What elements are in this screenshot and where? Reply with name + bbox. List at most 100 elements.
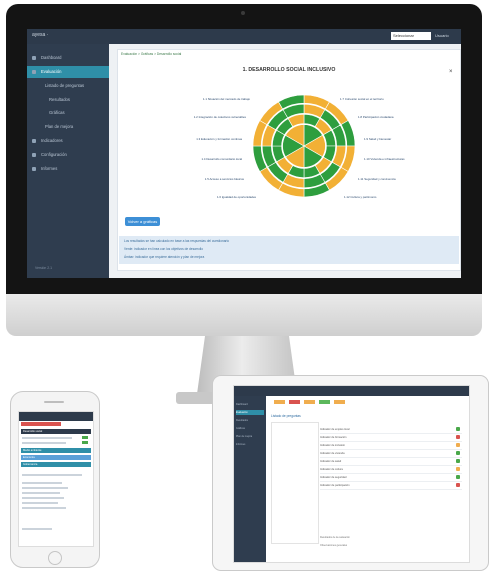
- radar-label: 1.10 Vivienda e infraestructuras: [364, 157, 405, 161]
- sidebar-footer: Versión 2.1: [35, 266, 52, 270]
- info-line: Ámbar: indicador que requiere atención y…: [124, 255, 205, 259]
- tablet-footer-line: Resultados de la evaluación: [320, 536, 350, 539]
- phone-text-line: [22, 507, 66, 509]
- phone-topbar: [19, 412, 93, 421]
- sidebar-item-graficas[interactable]: Gráficas: [27, 107, 109, 119]
- phone-text-line: [22, 474, 82, 476]
- tablet-tab[interactable]: [334, 400, 345, 404]
- tablet-heading: Listado de preguntas: [271, 414, 301, 418]
- tablet-question-list[interactable]: [271, 422, 319, 544]
- status-indicator: [456, 467, 460, 471]
- status-indicator: [456, 443, 460, 447]
- phone-screen: Desarrollo social Medio ambiente Economí…: [18, 411, 94, 547]
- status-indicator: [456, 475, 460, 479]
- radar-label: 1.5 Acceso a servicios básicos: [204, 177, 244, 181]
- tablet-row[interactable]: Indicador de cultura: [320, 466, 462, 474]
- phone-text-line: [22, 492, 60, 494]
- camera-dot: [241, 11, 245, 15]
- phone-text-line: [22, 497, 64, 499]
- sidebar-item-resultados[interactable]: Resultados: [27, 94, 109, 106]
- phone-alert-bar: [21, 422, 61, 426]
- tablet-row[interactable]: Indicador de empleo local: [320, 426, 462, 434]
- sidebar-item-indicadores[interactable]: Indicadores: [27, 135, 109, 147]
- status-indicator: [456, 459, 460, 463]
- monitor-chin: [6, 294, 482, 336]
- phone-text-line: [22, 487, 68, 489]
- sidebar-item-preguntas[interactable]: Listado de preguntas: [27, 80, 109, 92]
- status-indicator: [456, 451, 460, 455]
- tablet-device: Dashboard Evaluación Resultados Gráficas…: [212, 375, 489, 571]
- entity-select[interactable]: Seleccionar: [391, 32, 431, 40]
- radar-label: 1.4 Desarrollo comunitario local: [201, 157, 243, 161]
- status-indicator: [456, 483, 460, 487]
- phone-device: Desarrollo social Medio ambiente Economí…: [10, 391, 100, 568]
- phone-text-line: [22, 502, 58, 504]
- radar-label: 1.2 Integración de colectivos vulnerable…: [193, 115, 246, 119]
- tablet-sidebar-item[interactable]: Gráficas: [236, 426, 264, 431]
- chart-panel: Evaluación > Gráficas > Desarrollo socia…: [117, 49, 461, 271]
- user-menu[interactable]: Usuario: [435, 33, 449, 38]
- chart-icon: [32, 139, 36, 143]
- phone-text-line: [22, 482, 62, 484]
- radar-label: 1.9 Salud y bienestar: [364, 137, 392, 141]
- status-indicator: [456, 435, 460, 439]
- tablet-row[interactable]: Indicador de inclusión: [320, 442, 462, 450]
- tablet-topbar: [234, 386, 469, 396]
- tablet-screen: Dashboard Evaluación Resultados Gráficas…: [233, 385, 470, 563]
- phone-section-bar[interactable]: Desarrollo social: [21, 429, 91, 434]
- tablet-row[interactable]: Indicador de salud: [320, 458, 462, 466]
- info-line: Los resultados se han calculado en base …: [124, 239, 230, 243]
- tablet-sidebar-item[interactable]: Evaluación: [236, 410, 264, 415]
- home-button[interactable]: [48, 551, 62, 565]
- sidebar-item-informes[interactable]: Informes: [27, 163, 109, 175]
- back-to-charts-button[interactable]: Volver a gráficas: [125, 217, 160, 226]
- sidebar-item-configuracion[interactable]: Configuración: [27, 149, 109, 161]
- app-topbar: ayesa · Seleccionar Usuario: [27, 29, 461, 44]
- phone-status-indicator: [82, 436, 88, 439]
- tablet-tab[interactable]: [304, 400, 315, 404]
- phone-speaker: [44, 401, 64, 403]
- check-icon: [32, 70, 36, 74]
- phone-text-line: [22, 437, 72, 439]
- sidebar-item-evaluacion[interactable]: Evaluación: [27, 66, 109, 78]
- breadcrumb[interactable]: Evaluación > Gráficas > Desarrollo socia…: [121, 52, 181, 56]
- tablet-tab[interactable]: [319, 400, 330, 404]
- sidebar-item-dashboard[interactable]: Dashboard: [27, 52, 109, 64]
- tablet-row[interactable]: Indicador de vivienda: [320, 450, 462, 458]
- phone-status-indicator: [82, 441, 88, 444]
- tablet-tab[interactable]: [289, 400, 300, 404]
- dashboard-icon: [32, 56, 36, 60]
- gear-icon: [32, 153, 36, 157]
- sidebar-item-plan[interactable]: Plan de mejora: [27, 121, 109, 133]
- tablet-sidebar-item[interactable]: Informes: [236, 442, 264, 447]
- info-line: Verde: indicador en línea con los objeti…: [124, 247, 204, 251]
- tablet-row[interactable]: Indicador de seguridad: [320, 474, 462, 482]
- chart-title: 1. DESARROLLO SOCIAL INCLUSIVO: [242, 67, 336, 73]
- phone-text-line: [22, 528, 52, 530]
- tablet-row[interactable]: Indicador de participación: [320, 482, 462, 490]
- tablet-sidebar-item[interactable]: Resultados: [236, 418, 264, 423]
- desktop-screen: ayesa · Seleccionar Usuario Dashboard Ev…: [27, 29, 461, 278]
- info-box: Los resultados se han calculado en base …: [119, 236, 459, 264]
- phone-section-bar[interactable]: Gobernanza: [21, 462, 91, 467]
- desktop-monitor: ayesa · Seleccionar Usuario Dashboard Ev…: [6, 4, 482, 336]
- radar-label: 1.1 Situación del mercado de trabajo: [202, 97, 250, 101]
- tablet-sidebar-item[interactable]: Plan de mejora: [236, 434, 264, 439]
- tablet-row[interactable]: Indicador de formación: [320, 434, 462, 442]
- tablet-tab[interactable]: [274, 400, 285, 404]
- radar-label: 1.11 Seguridad y convivencia: [358, 177, 396, 181]
- radar-donut-chart[interactable]: [253, 95, 355, 197]
- tablet-footer-line: Observaciones generales: [320, 544, 348, 547]
- radar-label: 1.8 Participación ciudadana: [358, 115, 394, 119]
- radar-label: 1.3 Educación y formación continua: [196, 137, 242, 141]
- tablet-sidebar: Dashboard Evaluación Resultados Gráficas…: [234, 396, 266, 562]
- phone-text-line: [22, 442, 66, 444]
- sidebar: Dashboard Evaluación Listado de pregunta…: [27, 44, 109, 278]
- tablet-sidebar-item[interactable]: Dashboard: [236, 402, 264, 407]
- phone-section-bar[interactable]: Medio ambiente: [21, 448, 91, 453]
- radar-label: 1.6 Igualdad de oportunidades: [216, 195, 256, 199]
- phone-section-bar[interactable]: Economía: [21, 455, 91, 460]
- close-icon[interactable]: ×: [449, 69, 453, 75]
- status-indicator: [456, 427, 460, 431]
- document-icon: [32, 167, 36, 171]
